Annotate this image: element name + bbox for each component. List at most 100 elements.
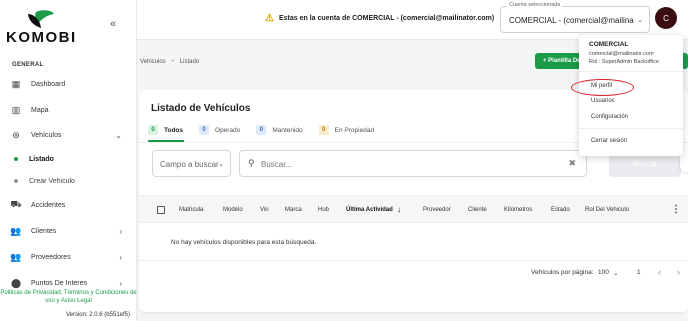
tab-operado[interactable]: 0 Operado: [199, 123, 240, 137]
sidebar-item-dashboard[interactable]: ▦ Dashboard: [10, 75, 130, 93]
column-header[interactable]: Hub: [318, 207, 329, 213]
rows-per-page-label: Vehículos por página:: [531, 269, 594, 276]
chevron-down-icon: ⌄: [637, 17, 643, 24]
search-field-value: Campo a buscar: [160, 160, 219, 169]
topbar: ⚠ Estas en la cuenta de COMERCIAL - (com…: [137, 0, 688, 40]
account-warning: ⚠ Estas en la cuenta de COMERCIAL - (com…: [265, 13, 494, 24]
breadcrumb-parent[interactable]: Vehiculos: [140, 59, 166, 65]
warning-icon: ⚠: [265, 13, 274, 24]
steering-wheel-icon: ⊛: [12, 129, 20, 140]
chevron-right-icon: ›: [119, 252, 122, 262]
chevron-down-icon[interactable]: ⌄: [613, 269, 618, 277]
chevron-right-icon: ›: [119, 278, 122, 288]
collapse-sidebar-icon[interactable]: «: [110, 18, 116, 30]
dashboard-icon: ▦: [11, 78, 21, 89]
clear-icon[interactable]: ✖: [568, 158, 576, 169]
policy-link[interactable]: Politicas de Privacidad, Términos y Cond…: [0, 289, 137, 305]
chevron-down-icon: ⌄: [218, 161, 224, 168]
account-select[interactable]: Cuenta seleccionada COMERCIAL - (comerci…: [500, 2, 650, 33]
sidebar-subitem-listado[interactable]: Listado: [14, 152, 54, 166]
chevron-right-icon: ›: [119, 226, 122, 236]
column-header[interactable]: Vin: [260, 207, 269, 213]
chevron-down-icon: ⌄: [115, 130, 122, 140]
tab-count: 0: [199, 125, 210, 135]
column-header[interactable]: Rol Del Vehiculo: [585, 207, 629, 213]
next-page-icon[interactable]: ›: [677, 267, 680, 277]
more-options-icon[interactable]: ⋮: [671, 204, 681, 215]
menu-item-cerrar-sesion[interactable]: Cerrar sesión: [591, 138, 627, 144]
account-warning-text: Estas en la cuenta de COMERCIAL - (comer…: [278, 15, 495, 22]
tab-label: Mantenido: [272, 126, 303, 134]
tab-todos[interactable]: 0 Todos: [148, 123, 183, 137]
tab-count: 0: [318, 125, 329, 135]
divider: [579, 128, 683, 129]
sort-down-icon[interactable]: ↓: [397, 205, 401, 214]
column-header[interactable]: Cliente: [468, 207, 487, 213]
sidebar-subitem-label: Listado: [29, 155, 54, 163]
sidebar-item-mapa[interactable]: ▥ Mapa: [10, 101, 130, 119]
users-icon: 👥: [10, 225, 22, 236]
empty-message: No hay vehículos disponibles para esta b…: [171, 239, 317, 246]
section-label: GENERAL: [12, 62, 44, 68]
page-title: Listado de Vehículos: [151, 103, 251, 114]
sidebar-item-label: Dashboard: [31, 80, 66, 88]
brand-name: KOMOBI: [6, 29, 77, 46]
sidebar-item-label: Puntos De Interes: [31, 279, 88, 287]
search-input[interactable]: [261, 157, 561, 171]
sidebar-item-label: Accidentes: [31, 201, 66, 209]
breadcrumb-current: Listado: [179, 59, 200, 65]
search-box: ⚲ ✖: [239, 150, 587, 177]
column-header[interactable]: Última Actividad: [346, 207, 393, 213]
account-select-label: Cuenta seleccionada: [507, 2, 563, 8]
search-icon: ⚲: [248, 158, 255, 168]
map-icon: ▥: [11, 104, 21, 115]
avatar[interactable]: C: [655, 7, 677, 29]
location-pin-icon: ⬤: [10, 277, 22, 288]
select-all-checkbox[interactable]: [157, 206, 165, 214]
column-header[interactable]: Estado: [551, 207, 570, 213]
sidebar-item-label: Mapa: [31, 106, 49, 114]
column-header[interactable]: Proveedor: [423, 207, 451, 213]
breadcrumb-separator: •: [171, 59, 174, 65]
sidebar-item-accidentes[interactable]: ⛟ Accidentes: [10, 196, 130, 214]
sidebar-item-vehiculos[interactable]: ⊛ Vehículos ⌄: [10, 126, 130, 144]
tab-label: Todos: [164, 126, 184, 134]
sidebar-item-label: Proveedores: [31, 253, 71, 261]
dot-icon: [14, 179, 18, 183]
prev-page-icon[interactable]: ‹: [658, 267, 661, 277]
version-text: Version: 2.0.6 (b551ef5): [65, 312, 130, 318]
tab-count: 0: [148, 125, 158, 135]
active-dot-icon: [14, 157, 18, 161]
column-header[interactable]: Marca: [285, 207, 302, 213]
sidebar-subitem-label: Crear Vehiculo: [29, 177, 75, 185]
sidebar-item-label: Clientes: [31, 227, 57, 235]
rows-per-page-select[interactable]: 100: [598, 269, 609, 276]
truck-icon: ⛟: [10, 199, 22, 209]
tab-label: En Propiedad: [334, 126, 375, 134]
menu-user-role: Rol : SuperAdmin Backoffice: [589, 59, 659, 65]
menu-item-configuracion[interactable]: Configuración: [591, 114, 628, 120]
menu-item-usuarios[interactable]: Usuarios: [591, 98, 615, 104]
sidebar-item-clientes[interactable]: 👥 Clientes ›: [10, 222, 130, 240]
sidebar-subitem-crear-vehiculo[interactable]: Crear Vehiculo: [14, 174, 75, 188]
search-field-select[interactable]: Campo a buscar ⌄: [152, 150, 231, 177]
user-menu: COMERCIAL comercial@mailinator.com Rol :…: [579, 35, 683, 156]
status-tabs: 0 Todos 0 Operado 0 Mantenido 0 En Propi…: [148, 123, 390, 137]
tab-label: Operado: [215, 126, 241, 134]
tab-count: 0: [256, 125, 267, 135]
tab-mantenido[interactable]: 0 Mantenido: [256, 123, 303, 137]
column-header[interactable]: Kilometros: [504, 207, 532, 213]
account-select-value: COMERCIAL - (comercial@mailinator.com): [509, 16, 634, 25]
column-header[interactable]: Matricula: [179, 207, 203, 213]
breadcrumb: Vehiculos • Listado: [140, 59, 199, 65]
divider: [139, 260, 688, 261]
users-icon: 👥: [10, 251, 22, 262]
tab-en-propiedad[interactable]: 0 En Propiedad: [318, 123, 375, 137]
column-header[interactable]: Modelo: [223, 207, 243, 213]
menu-user-email: comercial@mailinator.com: [589, 51, 654, 57]
page-number: 1: [637, 269, 641, 276]
sidebar-item-label: Vehículos: [31, 131, 62, 139]
menu-item-mi-perfil[interactable]: Mi perfil: [591, 83, 612, 89]
divider: [579, 71, 683, 72]
sidebar-item-proveedores[interactable]: 👥 Proveedores ›: [10, 248, 130, 266]
